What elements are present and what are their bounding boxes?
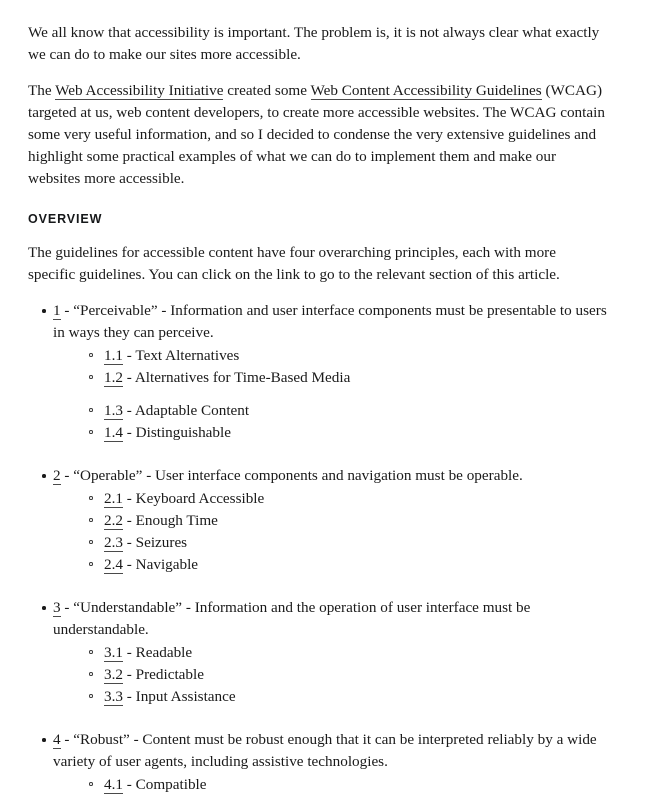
principle-title: “Robust” xyxy=(73,731,130,748)
guideline-number-link[interactable]: 2.3 xyxy=(104,534,123,552)
guideline-group: 3.1 - Readable 3.2 - Predictable 3.3 - Inp… xyxy=(53,642,633,707)
principles-list: 1 - “Perceivable” - Information and user… xyxy=(28,300,633,795)
principle-description: - User interface components and navigati… xyxy=(142,467,523,484)
guideline-title: Enough Time xyxy=(135,512,218,529)
list-item: 2.1 - Keyboard Accessible xyxy=(88,488,633,509)
principle-title: “Understandable” xyxy=(73,599,183,616)
guideline-separator: - xyxy=(122,424,136,441)
guideline-number-link[interactable]: 2.4 xyxy=(104,556,123,574)
guideline-title: Navigable xyxy=(135,556,199,573)
list-item: 4.1 - Compatible xyxy=(88,774,633,795)
guideline-separator: - xyxy=(122,490,136,507)
guideline-title: Readable xyxy=(135,644,193,661)
intro-paragraph: We all know that accessibility is import… xyxy=(28,22,606,66)
guideline-title: Text Alternatives xyxy=(135,347,240,364)
list-item: 1.4 - Distinguishable xyxy=(88,422,633,443)
principle-separator: - xyxy=(60,731,74,748)
principle-text: 3 - “Understandable” - Information and t… xyxy=(53,597,609,641)
guideline-title: Distinguishable xyxy=(135,424,231,441)
principle-description: - Content must be robust enough that it … xyxy=(53,731,597,770)
guideline-title: Adaptable Content xyxy=(134,402,250,419)
guideline-number-link[interactable]: 1.3 xyxy=(104,402,123,420)
guideline-group: 1.1 - Text Alternatives 1.2 - Alternative… xyxy=(53,345,633,388)
guideline-number-link[interactable]: 1.2 xyxy=(104,369,123,387)
guideline-number-link[interactable]: 3.3 xyxy=(104,688,123,706)
principle-separator: - xyxy=(60,302,74,319)
paragraph-text: The xyxy=(28,82,56,99)
principle-title: “Perceivable” xyxy=(73,302,158,319)
principle-title: “Operable” xyxy=(73,467,143,484)
list-item: 2.2 - Enough Time xyxy=(88,510,633,531)
principle-text: 1 - “Perceivable” - Information and user… xyxy=(53,300,609,344)
guideline-separator: - xyxy=(122,688,136,705)
principle-separator: - xyxy=(60,467,74,484)
list-item: 1 - “Perceivable” - Information and user… xyxy=(28,300,633,443)
guideline-title: Input Assistance xyxy=(135,688,236,705)
list-item: 3 - “Understandable” - Information and t… xyxy=(28,597,633,707)
list-item: 2.3 - Seizures xyxy=(88,532,633,553)
intro-paragraph: The Web Accessibility Initiative created… xyxy=(28,80,606,190)
guideline-separator: - xyxy=(122,666,136,683)
list-item: 3.1 - Readable xyxy=(88,642,633,663)
list-item: 1.1 - Text Alternatives xyxy=(88,345,633,366)
intro-section: We all know that accessibility is import… xyxy=(28,22,633,190)
guideline-number-link[interactable]: 1.4 xyxy=(104,424,123,442)
guideline-separator: - xyxy=(122,534,136,551)
guideline-group: 2.1 - Keyboard Accessible 2.2 - Enough Ti… xyxy=(53,488,633,575)
guideline-separator: - xyxy=(122,776,136,793)
guideline-number-link[interactable]: 2.2 xyxy=(104,512,123,530)
list-item: 3.3 - Input Assistance xyxy=(88,686,633,707)
list-item: 2.4 - Navigable xyxy=(88,554,633,575)
list-item: 4 - “Robust” - Content must be robust en… xyxy=(28,729,633,795)
guideline-separator: - xyxy=(122,644,136,661)
article-page: We all know that accessibility is import… xyxy=(0,0,661,795)
guideline-title: Predictable xyxy=(135,666,204,683)
list-item: 1.3 - Adaptable Content xyxy=(88,400,633,421)
inline-link[interactable]: Web Accessibility Initiative xyxy=(55,82,224,100)
guideline-number-link[interactable]: 4.1 xyxy=(104,776,123,794)
guideline-separator: - xyxy=(122,347,136,364)
guideline-number-link[interactable]: 2.1 xyxy=(104,490,123,508)
guideline-title: Seizures xyxy=(135,534,188,551)
guideline-title: Alternatives for Time-Based Media xyxy=(134,369,351,386)
guideline-number-link[interactable]: 3.2 xyxy=(104,666,123,684)
guideline-number-link[interactable]: 3.1 xyxy=(104,644,123,662)
principle-number-link[interactable]: 2 xyxy=(53,467,61,485)
inline-link[interactable]: Web Content Accessibility Guidelines xyxy=(310,82,542,100)
page-title: OVERVIEW xyxy=(28,212,103,226)
guideline-title: Keyboard Accessible xyxy=(135,490,265,507)
paragraph-text: We all know that accessibility is import… xyxy=(28,24,600,63)
paragraph-text: created some xyxy=(223,82,311,99)
guideline-group: 4.1 - Compatible xyxy=(53,774,633,795)
guideline-group: 1.3 - Adaptable Content 1.4 - Distinguish… xyxy=(53,400,633,443)
guideline-separator: - xyxy=(122,556,136,573)
list-item: 2 - “Operable” - User interface componen… xyxy=(28,465,633,575)
guideline-separator: - xyxy=(122,402,135,419)
overview-description: The guidelines for accessible content ha… xyxy=(28,244,560,283)
list-item: 1.2 - Alternatives for Time-Based Media xyxy=(88,367,633,388)
principle-separator: - xyxy=(60,599,74,616)
guideline-separator: - xyxy=(122,512,136,529)
guideline-separator: - xyxy=(122,369,135,386)
principle-number-link[interactable]: 3 xyxy=(53,599,61,617)
principle-number-link[interactable]: 4 xyxy=(53,731,61,749)
guideline-title: Compatible xyxy=(135,776,207,793)
guideline-number-link[interactable]: 1.1 xyxy=(104,347,123,365)
principle-text: 2 - “Operable” - User interface componen… xyxy=(53,465,609,487)
list-item: 3.2 - Predictable xyxy=(88,664,633,685)
principle-text: 4 - “Robust” - Content must be robust en… xyxy=(53,729,609,773)
principle-number-link[interactable]: 1 xyxy=(53,302,61,320)
